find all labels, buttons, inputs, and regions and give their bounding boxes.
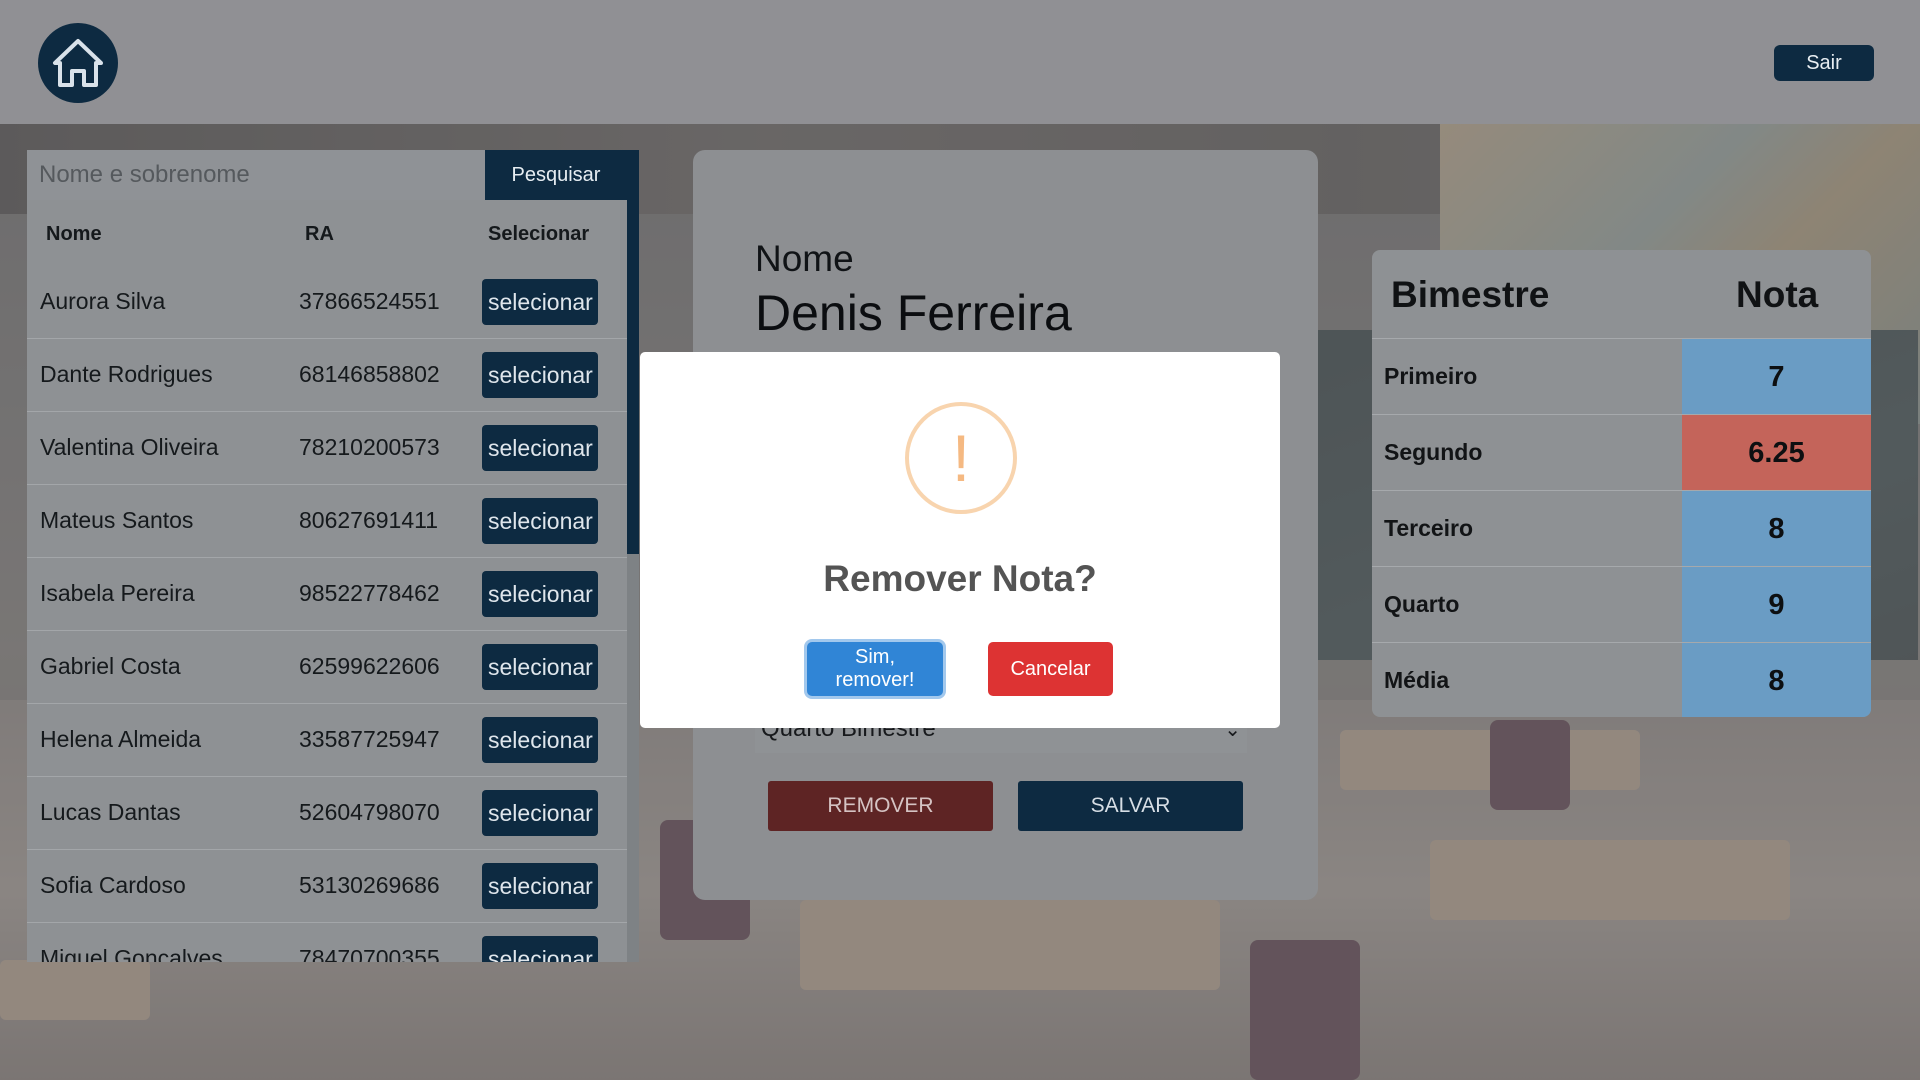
table-row: Gabriel Costa 62599622606 selecionar: [27, 630, 627, 703]
student-ra-cell: 80627691411: [299, 507, 438, 533]
grade-value: 7: [1682, 339, 1871, 415]
cancel-button[interactable]: Cancelar: [988, 642, 1113, 696]
table-row: Valentina Oliveira 78210200573 selecionar: [27, 411, 627, 484]
student-ra-cell: 68146858802: [299, 361, 440, 387]
table-row: Miguel Gonçalves 78470700355 selecionar: [27, 922, 627, 962]
student-name: Denis Ferreira: [755, 285, 1072, 341]
nome-label: Nome: [755, 238, 854, 279]
student-name-cell: Valentina Oliveira: [40, 434, 219, 460]
select-student-button[interactable]: selecionar: [482, 425, 598, 471]
grade-period-label: Quarto: [1384, 591, 1460, 617]
student-name-cell: Miguel Gonçalves: [40, 945, 223, 962]
grade-row: Terceiro 8: [1372, 490, 1871, 567]
select-student-button[interactable]: selecionar: [482, 498, 598, 544]
student-ra-cell: 78470700355: [299, 945, 440, 962]
student-ra-cell: 78210200573: [299, 434, 440, 460]
student-name-cell: Sofia Cardoso: [40, 872, 186, 898]
confirm-remove-dialog: ! Remover Nota? Sim, remover! Cancelar: [640, 352, 1280, 728]
grade-value: 9: [1682, 567, 1871, 643]
table-row: Aurora Silva 37866524551 selecionar: [27, 266, 627, 338]
grade-row: Média 8: [1372, 642, 1871, 717]
grade-value: 8: [1682, 643, 1871, 717]
select-student-button[interactable]: selecionar: [482, 863, 598, 909]
table-row: Dante Rodrigues 68146858802 selecionar: [27, 338, 627, 411]
student-ra-cell: 52604798070: [299, 799, 440, 825]
grade-row: Quarto 9: [1372, 566, 1871, 643]
warning-mark: !: [951, 421, 971, 495]
confirm-remove-button[interactable]: Sim, remover!: [807, 642, 943, 696]
grades-header-nota: Nota: [1736, 274, 1819, 315]
table-row: Helena Almeida 33587725947 selecionar: [27, 703, 627, 776]
warning-icon: !: [905, 402, 1017, 514]
grade-row: Primeiro 7: [1372, 338, 1871, 415]
student-name-cell: Helena Almeida: [40, 726, 202, 752]
select-student-button[interactable]: selecionar: [482, 717, 598, 763]
save-grade-button[interactable]: SALVAR: [1018, 781, 1243, 831]
home-icon: [53, 39, 103, 87]
home-button[interactable]: [38, 23, 118, 103]
student-name-cell: Dante Rodrigues: [40, 361, 213, 387]
table-row: Lucas Dantas 52604798070 selecionar: [27, 776, 627, 849]
grade-period-label: Média: [1384, 667, 1450, 693]
select-student-button[interactable]: selecionar: [482, 790, 598, 836]
select-student-button[interactable]: selecionar: [482, 279, 598, 325]
table-row: Sofia Cardoso 53130269686 selecionar: [27, 849, 627, 922]
grade-period-label: Terceiro: [1384, 515, 1474, 541]
grade-row: Segundo 6.25: [1372, 414, 1871, 491]
student-list-panel: Pesquisar Nome RA Selecionar Aurora Silv…: [27, 150, 639, 962]
student-table-body: Aurora Silva 37866524551 selecionar Dante R…: [27, 266, 627, 962]
student-name-cell: Lucas Dantas: [40, 799, 181, 825]
select-student-button[interactable]: selecionar: [482, 644, 598, 690]
search-button[interactable]: Pesquisar: [485, 150, 627, 200]
remove-grade-button[interactable]: REMOVER: [768, 781, 993, 831]
student-ra-cell: 37866524551: [299, 288, 440, 314]
grade-period-label: Primeiro: [1384, 363, 1478, 389]
student-name-cell: Mateus Santos: [40, 507, 194, 533]
grades-table: Bimestre Nota Primeiro 7 Segundo 6.25 Tercei…: [1372, 250, 1871, 717]
top-header: Sair: [0, 0, 1920, 124]
column-header-selecionar: Selecionar: [488, 223, 590, 245]
grade-value: 8: [1682, 491, 1871, 567]
search-bar: Pesquisar: [27, 150, 627, 200]
logout-button[interactable]: Sair: [1774, 45, 1874, 81]
student-ra-cell: 98522778462: [299, 580, 440, 606]
student-ra-cell: 53130269686: [299, 872, 440, 898]
student-name-cell: Isabela Pereira: [40, 580, 195, 606]
column-header-nome: Nome: [46, 223, 102, 245]
scrollbar-thumb[interactable]: [627, 150, 639, 554]
search-input[interactable]: [27, 150, 485, 200]
grade-value: 6.25: [1682, 415, 1871, 491]
student-ra-cell: 62599622606: [299, 653, 440, 679]
dialog-title: Remover Nota?: [823, 558, 1097, 599]
table-row: Isabela Pereira 98522778462 selecionar: [27, 557, 627, 630]
student-table-header: Nome RA Selecionar: [27, 200, 627, 266]
select-student-button[interactable]: selecionar: [482, 352, 598, 398]
student-name-cell: Gabriel Costa: [40, 653, 181, 679]
student-name-cell: Aurora Silva: [40, 288, 166, 314]
table-row: Mateus Santos 80627691411 selecionar: [27, 484, 627, 557]
column-header-ra: RA: [305, 223, 334, 245]
select-student-button[interactable]: selecionar: [482, 571, 598, 617]
grades-header-bimestre: Bimestre: [1391, 274, 1550, 315]
grade-period-label: Segundo: [1384, 439, 1483, 465]
student-ra-cell: 33587725947: [299, 726, 440, 752]
select-student-button[interactable]: selecionar: [482, 936, 598, 962]
